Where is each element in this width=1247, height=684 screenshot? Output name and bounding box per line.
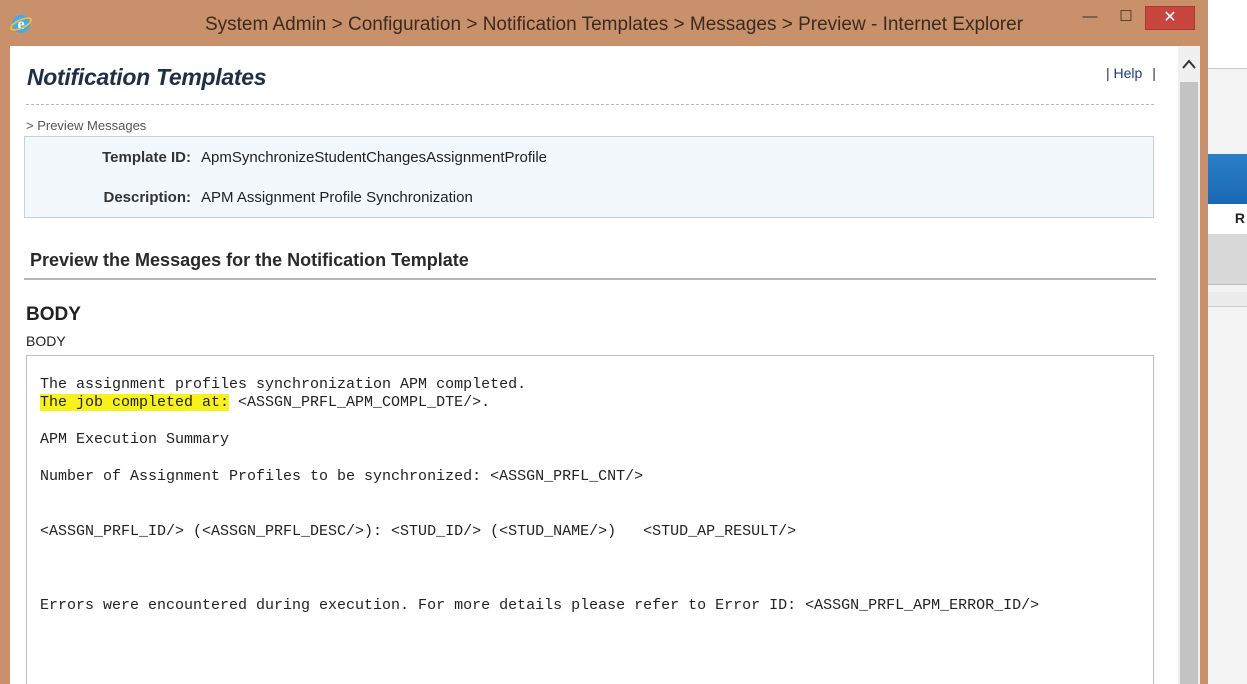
background-banner: R (1208, 154, 1247, 234)
message-line: <ASSGN_PRFL_ID/> (<ASSGN_PRFL_DESC/>): <… (40, 523, 797, 540)
background-toolbar (1208, 234, 1247, 285)
section-divider (24, 278, 1156, 280)
message-line: Number of Assignment Profiles to be sync… (40, 468, 644, 485)
background-divider (1208, 292, 1247, 307)
help-separator-left: | (1106, 65, 1110, 81)
highlighted-text: The job completed at: (40, 394, 230, 411)
description-label: Description: (103, 189, 191, 206)
help-link[interactable]: Help (1114, 65, 1143, 81)
body-heading: BODY (26, 304, 81, 325)
message-line: The assignment profiles synchronization … (40, 376, 527, 393)
header-divider (26, 104, 1154, 105)
page-title: Notification Templates (27, 64, 267, 90)
background-partial-label: R (1234, 210, 1245, 226)
message-preview-box[interactable]: The assignment profiles synchronization … (26, 355, 1154, 684)
scrollbar-thumb[interactable] (1180, 82, 1198, 684)
minimize-button[interactable]: — (1072, 6, 1108, 30)
page-content: Notification Templates | Help | > Previe… (10, 46, 1200, 684)
body-label: BODY (26, 333, 66, 349)
window-title: System Admin > Configuration > Notificat… (204, 14, 1024, 35)
background-application: R (1208, 0, 1247, 684)
browser-window: e System Admin > Configuration > Notific… (0, 0, 1208, 684)
maximize-button[interactable]: ☐ (1108, 6, 1144, 30)
chevron-up-icon[interactable] (1178, 54, 1200, 76)
template-id-value: ApmSynchronizeStudentChangesAssignmentPr… (201, 149, 548, 166)
template-info-panel: Template ID: ApmSynchronizeStudentChange… (24, 136, 1154, 218)
close-button[interactable]: ✕ (1145, 6, 1195, 30)
message-line: APM Execution Summary (40, 431, 230, 448)
message-line-highlighted: The job completed at: <ASSGN_PRFL_APM_CO… (40, 394, 490, 411)
preview-section-title: Preview the Messages for the Notificatio… (30, 250, 469, 270)
description-value: APM Assignment Profile Synchronization (201, 189, 473, 206)
help-link-group: | Help | (1106, 65, 1156, 81)
breadcrumb: > Preview Messages (26, 118, 147, 133)
background-header (1208, 0, 1247, 69)
vertical-scrollbar[interactable] (1178, 46, 1200, 684)
title-bar[interactable]: e System Admin > Configuration > Notific… (0, 0, 1208, 46)
template-id-label: Template ID: (102, 149, 191, 166)
message-line-rest: <ASSGN_PRFL_APM_COMPL_DTE/>. (229, 394, 491, 411)
message-line: Errors were encountered during execution… (40, 597, 1040, 614)
help-separator-right: | (1152, 65, 1156, 81)
